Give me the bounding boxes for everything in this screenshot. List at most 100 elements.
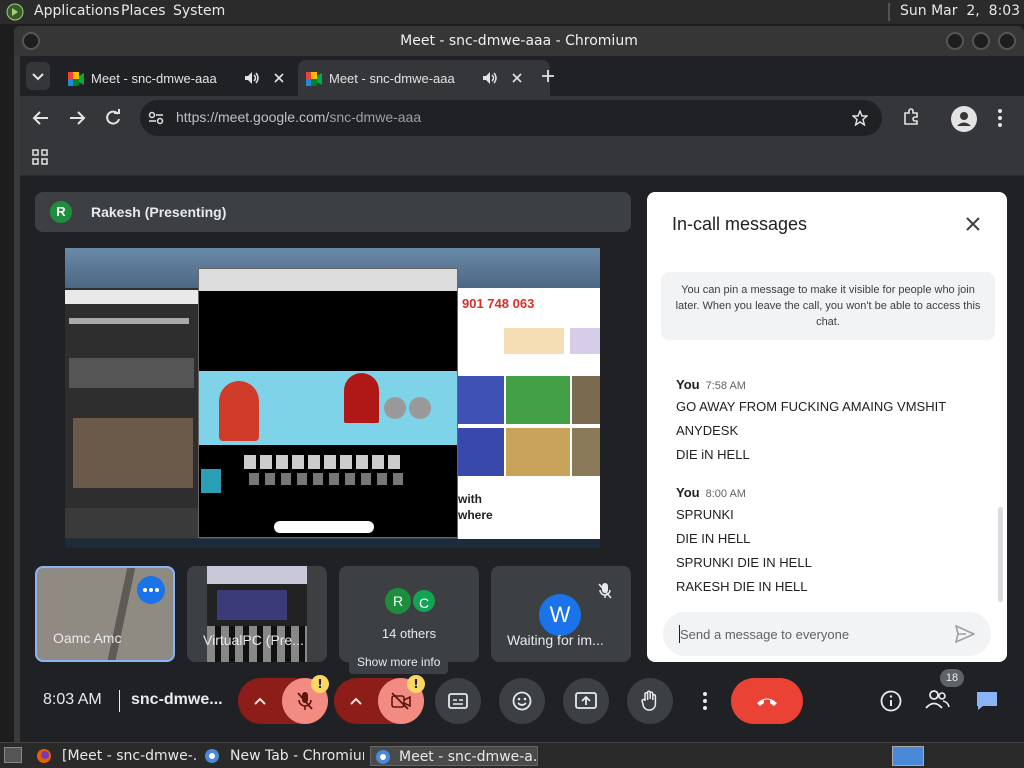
chat-message: RAKESH DIE IN HELL	[676, 579, 808, 594]
chat-input-field[interactable]: Send a message to everyone	[663, 612, 991, 656]
others-avatar-r: R	[385, 588, 411, 614]
system-menu[interactable]: System	[173, 3, 225, 19]
system-clock[interactable]: Sun Mar 2, 8:03 AM	[900, 3, 1024, 19]
shared-screen[interactable]: 901 748 063 with where	[65, 248, 600, 548]
show-desktop-icon[interactable]	[4, 747, 22, 763]
minimize-window-button[interactable]	[946, 32, 964, 50]
others-avatar-c: C	[411, 588, 437, 614]
screen-browser-window	[198, 268, 458, 538]
window-title: Meet - snc-dmwe-aaa - Chromium	[400, 33, 638, 49]
participant-tile-others[interactable]: R C 14 others	[339, 566, 479, 662]
close-chat-icon[interactable]	[965, 216, 981, 232]
google-meet-favicon	[68, 72, 84, 86]
url-host: https://meet.google.com/	[176, 109, 330, 125]
in-call-messages-panel: In-call messages You can pin a message t…	[647, 192, 1007, 662]
meeting-code: snc-dmwe...	[131, 691, 223, 708]
places-menu[interactable]: Places	[121, 3, 166, 19]
speaker-icon[interactable]	[482, 71, 498, 85]
video-options-button[interactable]	[334, 678, 378, 724]
present-screen-button[interactable]	[563, 678, 609, 724]
back-arrow-icon[interactable]	[32, 109, 50, 127]
participant-tile-waiting[interactable]: W Waiting for im...	[491, 566, 631, 662]
panel-separator	[888, 3, 890, 21]
raise-hand-button[interactable]	[627, 678, 673, 724]
reload-icon[interactable]	[104, 109, 122, 127]
close-tab-icon[interactable]	[511, 72, 523, 84]
chat-scrollbar[interactable]	[998, 507, 1003, 602]
bookmark-star-icon[interactable]	[852, 110, 868, 126]
participant-tile-virtualpc[interactable]: VirtualPC (Pre...	[187, 566, 327, 662]
window-menu-button[interactable]	[22, 32, 40, 50]
more-options-button[interactable]	[691, 678, 719, 724]
taskbar-item[interactable]: New Tab - Chromium	[204, 746, 364, 766]
url-path: snc-dmwe-aaa	[329, 109, 422, 125]
participant-avatar-w: W	[539, 594, 581, 636]
raise-hand-icon	[641, 690, 657, 711]
close-tab-icon[interactable]	[273, 72, 285, 84]
browser-tab-active[interactable]: Meet - snc-dmwe-aaa	[298, 60, 550, 96]
participant-name: Waiting for im...	[507, 632, 604, 648]
reactions-button[interactable]	[499, 678, 545, 724]
screen-right-window: 901 748 063	[458, 288, 600, 488]
chevron-down-icon	[32, 73, 44, 81]
camera-off-icon	[391, 692, 411, 710]
close-window-button[interactable]	[998, 32, 1016, 50]
hang-up-icon	[757, 698, 777, 706]
tile-more-options-button[interactable]	[137, 576, 165, 604]
browser-menu-dots-icon[interactable]	[996, 108, 1004, 128]
presenter-avatar: R	[50, 201, 72, 223]
site-info-icon[interactable]	[148, 111, 164, 125]
gnome-foot-icon[interactable]	[6, 3, 24, 21]
time-divider	[119, 690, 120, 712]
forward-arrow-icon[interactable]	[68, 109, 86, 127]
tab-search-button[interactable]	[26, 62, 50, 90]
taskbar-item[interactable]: [Meet - snc-dmwe-...	[36, 746, 196, 766]
google-meet-favicon	[306, 72, 322, 86]
speaker-icon[interactable]	[244, 71, 260, 85]
audio-options-button[interactable]	[238, 678, 282, 724]
chromium-icon	[376, 750, 390, 764]
more-vert-icon	[703, 692, 707, 710]
address-bar[interactable]: https://meet.google.com/snc-dmwe-aaa	[140, 100, 882, 136]
participant-name: 14 others	[381, 626, 437, 641]
browser-toolbar: https://meet.google.com/snc-dmwe-aaa	[20, 96, 1024, 140]
leave-call-button[interactable]	[731, 678, 803, 724]
chevron-up-icon	[254, 697, 266, 705]
profile-avatar-button[interactable]	[951, 106, 977, 132]
extensions-puzzle-icon[interactable]	[902, 108, 920, 126]
chat-input-placeholder: Send a message to everyone	[680, 627, 850, 642]
participant-name: Oamc Amc	[53, 630, 122, 646]
emoji-icon	[512, 691, 532, 711]
workspace-switcher[interactable]	[892, 746, 924, 766]
send-icon[interactable]	[955, 625, 975, 643]
system-top-panel: Applications Places System Sun Mar 2, 8:…	[0, 0, 1024, 24]
browser-tab-strip: Meet - snc-dmwe-aaa Meet - snc-dmwe-aaa	[20, 56, 1024, 96]
tab-title: Meet - snc-dmwe-aaa	[329, 71, 455, 86]
captions-button[interactable]	[435, 678, 481, 724]
meeting-time: 8:03 AM	[43, 691, 102, 708]
apps-grid-icon[interactable]	[32, 149, 48, 165]
people-button[interactable]	[924, 688, 954, 714]
participant-tile-oamc[interactable]: Oamc Amc	[35, 566, 175, 662]
browser-tab[interactable]: Meet - snc-dmwe-aaa	[60, 60, 298, 96]
mic-off-icon	[297, 692, 313, 710]
applications-menu[interactable]: Applications	[34, 3, 120, 19]
chat-bubble-icon[interactable]	[975, 690, 999, 712]
maximize-window-button[interactable]	[972, 32, 990, 50]
message-sender: You 8:00 AM	[676, 485, 746, 500]
participant-name: VirtualPC (Pre...	[203, 632, 304, 648]
window-titlebar[interactable]: Meet - snc-dmwe-aaa - Chromium	[14, 26, 1024, 56]
meeting-details-info-icon[interactable]	[880, 690, 902, 712]
chromium-icon	[205, 749, 219, 763]
closed-captions-icon	[448, 693, 468, 709]
chat-message: DIE IN HELL	[676, 531, 751, 546]
muted-mic-icon	[598, 583, 612, 599]
chat-title: In-call messages	[672, 214, 808, 234]
tab-title: Meet - snc-dmwe-aaa	[91, 71, 217, 86]
taskbar-item-active[interactable]: Meet - snc-dmwe-a...	[370, 746, 538, 766]
screen-popup: with where	[458, 488, 600, 540]
show-more-info-tooltip: Show more info	[349, 650, 449, 674]
new-tab-icon[interactable]	[540, 68, 556, 84]
shared-phone-number: 901 748 063	[462, 296, 535, 311]
chevron-up-icon	[350, 697, 362, 705]
